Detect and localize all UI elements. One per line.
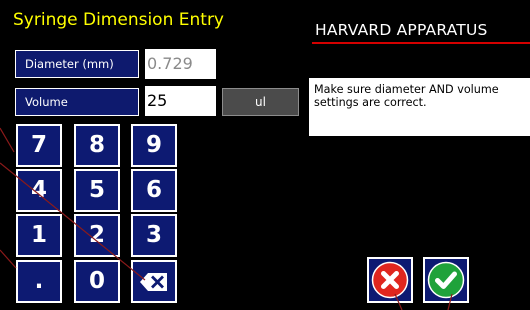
annotation-lines — [0, 127, 453, 310]
